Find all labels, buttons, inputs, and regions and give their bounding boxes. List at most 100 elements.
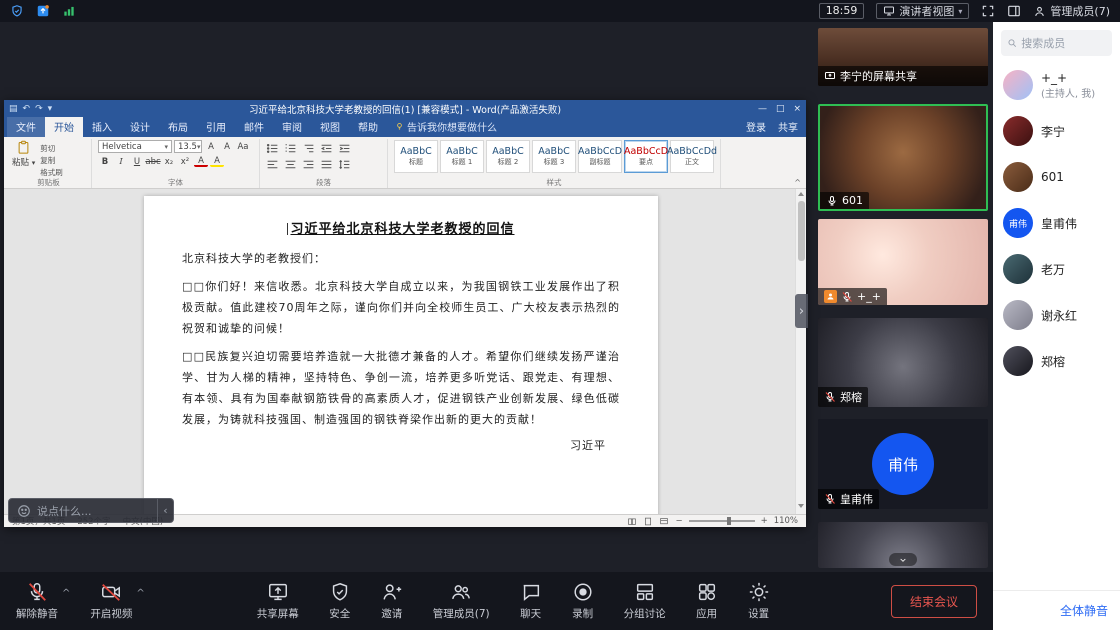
invite-button[interactable]: 邀请 bbox=[381, 581, 403, 621]
style-card[interactable]: AaBbC标题 1 bbox=[440, 140, 484, 173]
participant-search[interactable] bbox=[1001, 30, 1112, 56]
share-button[interactable]: 共享 bbox=[778, 119, 798, 134]
chat-quick-input[interactable]: 说点什么... bbox=[8, 498, 158, 523]
tab-design[interactable]: 设计 bbox=[121, 117, 159, 137]
tab-home[interactable]: 开始 bbox=[45, 117, 83, 137]
tab-review[interactable]: 审阅 bbox=[273, 117, 311, 137]
style-card[interactable]: AaBbC标题 3 bbox=[532, 140, 576, 173]
login-button[interactable]: 登录 bbox=[746, 119, 766, 134]
start-video-button[interactable]: 开启视频 bbox=[90, 581, 132, 621]
web-layout-icon[interactable] bbox=[659, 517, 669, 526]
network-signal-icon[interactable] bbox=[62, 4, 76, 18]
zoom-in-icon[interactable]: + bbox=[761, 516, 768, 526]
breakout-rooms-button[interactable]: 分组讨论 bbox=[624, 581, 666, 621]
tab-insert[interactable]: 插入 bbox=[83, 117, 121, 137]
style-card[interactable]: AaBbCcD副标题 bbox=[578, 140, 622, 173]
participant-row[interactable]: 谢永红 bbox=[993, 292, 1120, 338]
security-shield-icon[interactable] bbox=[10, 4, 24, 18]
video-tile-active-speaker[interactable]: 601 bbox=[818, 104, 988, 211]
video-list-scroll-down[interactable] bbox=[889, 553, 917, 566]
apps-button[interactable]: 应用 bbox=[696, 581, 718, 621]
view-mode-dropdown[interactable]: 演讲者视图 ▾ bbox=[876, 3, 969, 19]
numbering-icon[interactable] bbox=[284, 142, 297, 155]
bold-button[interactable]: B bbox=[98, 155, 112, 168]
grow-font-button[interactable]: A bbox=[204, 140, 218, 153]
settings-button[interactable]: 设置 bbox=[748, 581, 770, 621]
style-card-selected[interactable]: AaBbCcD要点 bbox=[624, 140, 668, 173]
end-meeting-button[interactable]: 结束会议 bbox=[891, 585, 977, 618]
participant-row[interactable]: 甫伟 皇甫伟 bbox=[993, 200, 1120, 246]
print-layout-icon[interactable] bbox=[643, 517, 653, 526]
search-input[interactable] bbox=[1021, 37, 1106, 50]
emoji-icon[interactable] bbox=[17, 504, 31, 518]
decrease-indent-icon[interactable] bbox=[320, 142, 333, 155]
tab-layout[interactable]: 布局 bbox=[159, 117, 197, 137]
cut-button[interactable]: 剪切 bbox=[40, 143, 63, 154]
subscript-button[interactable]: x₂ bbox=[162, 155, 176, 168]
security-button[interactable]: 安全 bbox=[329, 581, 351, 621]
save-icon[interactable]: ▤ bbox=[9, 104, 18, 114]
participant-row[interactable]: 李宁 bbox=[993, 108, 1120, 154]
justify-icon[interactable] bbox=[320, 158, 333, 171]
highlight-button[interactable]: A bbox=[210, 156, 224, 167]
undo-icon[interactable]: ↶ bbox=[23, 104, 31, 114]
chat-collapse-handle[interactable]: ‹ bbox=[158, 498, 174, 523]
style-card[interactable]: AaBbC标题 2 bbox=[486, 140, 530, 173]
document-page[interactable]: 习近平给北京科技大学老教授的回信 北京科技大学的老教授们： □□你们好！来信收悉… bbox=[144, 196, 658, 514]
align-left-icon[interactable] bbox=[266, 158, 279, 171]
participant-row[interactable]: 郑榕 bbox=[993, 338, 1120, 384]
video-options-chevron[interactable]: ^ bbox=[136, 588, 144, 599]
document-scrollbar[interactable] bbox=[795, 189, 806, 514]
tab-mailings[interactable]: 邮件 bbox=[235, 117, 273, 137]
restore-icon[interactable]: □ bbox=[776, 104, 785, 114]
zoom-out-icon[interactable]: − bbox=[675, 516, 682, 526]
font-name-select[interactable]: Helvetica▾ bbox=[98, 140, 172, 153]
layout-switch-icon[interactable] bbox=[1007, 4, 1021, 18]
tab-view[interactable]: 视图 bbox=[311, 117, 349, 137]
close-icon[interactable]: × bbox=[793, 104, 801, 114]
manage-members-button[interactable]: 管理成员(7) bbox=[433, 581, 490, 621]
read-mode-icon[interactable] bbox=[627, 517, 637, 526]
superscript-button[interactable]: x² bbox=[178, 155, 192, 168]
manage-members-top-button[interactable]: 管理成员(7) bbox=[1033, 3, 1110, 19]
zoom-slider[interactable] bbox=[689, 520, 755, 522]
underline-button[interactable]: U bbox=[130, 155, 144, 168]
style-card[interactable]: AaBbC标题 bbox=[394, 140, 438, 173]
unmute-button[interactable]: 解除静音 bbox=[16, 581, 58, 621]
panel-collapse-handle[interactable]: › bbox=[795, 294, 808, 328]
change-case-button[interactable]: Aa bbox=[236, 140, 250, 153]
tab-references[interactable]: 引用 bbox=[197, 117, 235, 137]
multilevel-list-icon[interactable] bbox=[302, 142, 315, 155]
scroll-down-icon[interactable] bbox=[798, 504, 804, 508]
font-size-select[interactable]: 13.5▾ bbox=[174, 140, 202, 153]
participant-row[interactable]: 老万 bbox=[993, 246, 1120, 292]
increase-indent-icon[interactable] bbox=[338, 142, 351, 155]
video-tile-screenshare[interactable]: 李宁的屏幕共享 bbox=[818, 28, 988, 86]
bullets-icon[interactable] bbox=[266, 142, 279, 155]
video-tile[interactable]: +_+ bbox=[818, 219, 988, 305]
record-button[interactable]: 录制 bbox=[572, 581, 594, 621]
strikethrough-button[interactable]: abc bbox=[146, 155, 160, 168]
video-tile-partial[interactable] bbox=[818, 522, 988, 568]
tab-help[interactable]: 帮助 bbox=[349, 117, 387, 137]
minimize-icon[interactable]: — bbox=[758, 104, 767, 114]
chat-button[interactable]: 聊天 bbox=[520, 581, 542, 621]
scrollbar-thumb[interactable] bbox=[798, 201, 805, 261]
video-tile[interactable]: 郑榕 bbox=[818, 318, 988, 407]
shrink-font-button[interactable]: A bbox=[220, 140, 234, 153]
audio-options-chevron[interactable]: ^ bbox=[62, 588, 70, 599]
participant-row[interactable]: +_+(主持人, 我) bbox=[993, 62, 1120, 108]
style-card[interactable]: AaBbCcDd正文 bbox=[670, 140, 714, 173]
tell-me-box[interactable]: 告诉我你想要做什么 bbox=[395, 119, 497, 137]
fullscreen-icon[interactable] bbox=[981, 4, 995, 18]
redo-icon[interactable]: ↷ bbox=[35, 104, 43, 114]
doc-share-icon[interactable] bbox=[36, 4, 50, 18]
ribbon-collapse-icon[interactable]: ^ bbox=[794, 178, 801, 187]
scroll-up-icon[interactable] bbox=[798, 192, 804, 196]
align-right-icon[interactable] bbox=[302, 158, 315, 171]
tab-file[interactable]: 文件 bbox=[7, 117, 45, 137]
zoom-level[interactable]: 110% bbox=[774, 516, 798, 526]
italic-button[interactable]: I bbox=[114, 155, 128, 168]
video-tile[interactable]: 甫伟 皇甫伟 bbox=[818, 419, 988, 509]
participant-row[interactable]: 601 bbox=[993, 154, 1120, 200]
